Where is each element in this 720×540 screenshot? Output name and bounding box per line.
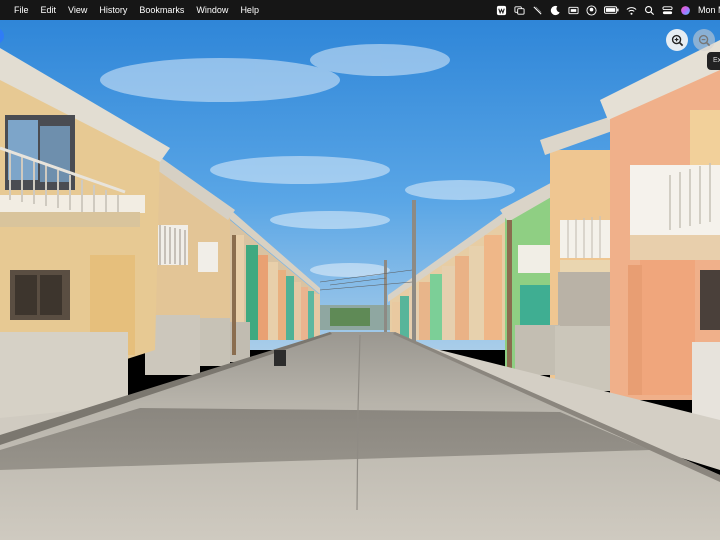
- display-icon[interactable]: [564, 0, 582, 20]
- search-icon[interactable]: [640, 0, 658, 20]
- word-icon[interactable]: [492, 0, 510, 20]
- menu-bar: File Edit View History Bookmarks Window …: [0, 0, 720, 20]
- moon-icon[interactable]: [546, 0, 564, 20]
- app-menu: File Edit View History Bookmarks Window …: [0, 0, 265, 20]
- menu-history[interactable]: History: [93, 0, 133, 20]
- townhouse-street-photo: [0, 20, 720, 540]
- zoom-out-button[interactable]: [693, 29, 715, 51]
- wifi-icon[interactable]: [622, 0, 640, 20]
- menu-edit[interactable]: Edit: [35, 0, 63, 20]
- zoom-in-button[interactable]: [666, 29, 688, 51]
- menu-view[interactable]: View: [62, 0, 93, 20]
- menu-bookmarks[interactable]: Bookmarks: [133, 0, 190, 20]
- zoom-out-icon: [698, 34, 710, 46]
- screen-mirror-icon[interactable]: [510, 0, 528, 20]
- slash-icon[interactable]: [528, 0, 546, 20]
- screen: File Edit View History Bookmarks Window …: [0, 0, 720, 540]
- zoom-in-icon: [671, 34, 683, 46]
- menu-file[interactable]: File: [8, 0, 35, 20]
- zoom-tooltip: Ex: [707, 52, 720, 70]
- siri-icon[interactable]: [676, 0, 694, 20]
- photo-viewer: Ex: [0, 20, 720, 540]
- menu-clock[interactable]: Mon M: [694, 5, 720, 15]
- menu-window[interactable]: Window: [190, 0, 234, 20]
- status-area: Mon M: [492, 0, 720, 20]
- control-center-icon[interactable]: [658, 0, 676, 20]
- menu-help[interactable]: Help: [234, 0, 265, 20]
- user-circle-icon[interactable]: [582, 0, 600, 20]
- battery-icon[interactable]: [600, 0, 622, 20]
